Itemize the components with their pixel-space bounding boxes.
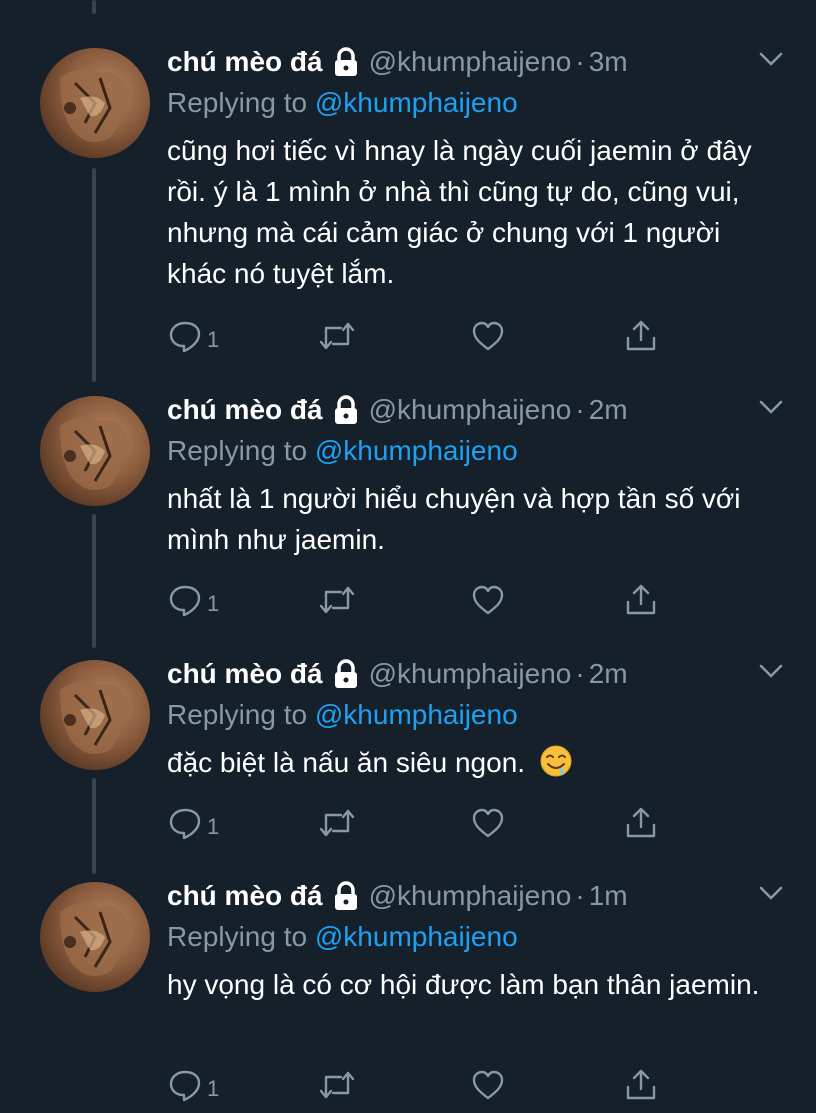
reply-button[interactable]: 1 [167, 316, 219, 356]
heart-icon [470, 318, 506, 354]
reply-count: 1 [207, 1076, 220, 1101]
heart-icon [470, 805, 506, 841]
replying-prefix: Replying to [167, 921, 308, 952]
share-icon [623, 318, 659, 354]
avatar[interactable] [40, 882, 150, 992]
tweet[interactable]: chú mèo đá @khumphaijeno · 2m Replying t… [0, 645, 816, 867]
chevron-down-icon[interactable] [756, 392, 786, 422]
avatar[interactable] [40, 660, 150, 770]
share-icon [623, 805, 659, 841]
handle[interactable]: @khumphaijeno [369, 46, 572, 78]
display-name[interactable]: chú mèo đá [167, 880, 323, 912]
mention-link[interactable]: @khumphaijeno [315, 435, 518, 466]
tweet-text-container: đặc biệt là nấu ăn siêu ngon. [167, 742, 787, 783]
reply-count: 1 [207, 814, 220, 839]
retweet-button[interactable] [317, 803, 357, 843]
replying-to: Replying to @khumphaijeno [167, 694, 786, 736]
lock-icon [333, 47, 359, 77]
replying-prefix: Replying to [167, 87, 308, 118]
heart-icon [470, 582, 506, 618]
share-button[interactable] [623, 803, 659, 843]
tweet-thread: chú mèo đá @khumphaijeno · 3m Replying t… [0, 0, 816, 1113]
lock-icon [333, 881, 359, 911]
share-button[interactable] [623, 316, 659, 356]
replying-to: Replying to @khumphaijeno [167, 916, 786, 958]
chevron-down-icon[interactable] [756, 44, 786, 74]
heart-icon [470, 1067, 506, 1103]
replying-prefix: Replying to [167, 699, 308, 730]
reply-button[interactable]: 1 [167, 1065, 219, 1105]
share-button[interactable] [623, 1065, 659, 1105]
timestamp[interactable]: 3m [589, 46, 628, 78]
separator-dot: · [575, 658, 585, 689]
drooling-face-emoji-icon [539, 744, 573, 778]
tweet-text: nhất là 1 người hiểu chuyện và hợp tần s… [167, 483, 741, 555]
chevron-down-icon[interactable] [756, 878, 786, 908]
mention-link[interactable]: @khumphaijeno [315, 87, 518, 118]
share-icon [623, 1067, 659, 1103]
reply-icon [167, 582, 203, 618]
retweet-button[interactable] [317, 1065, 357, 1105]
tweet-actions: 1 [167, 580, 667, 620]
timestamp[interactable]: 2m [589, 658, 628, 690]
like-button[interactable] [470, 803, 506, 843]
lock-icon [333, 395, 359, 425]
chevron-down-icon[interactable] [756, 656, 786, 686]
display-name[interactable]: chú mèo đá [167, 46, 323, 78]
mention-link[interactable]: @khumphaijeno [315, 699, 518, 730]
tweet-actions: 1 [167, 316, 667, 356]
tweet-actions: 1 [167, 1065, 667, 1105]
avatar-image [60, 69, 130, 142]
reply-count: 1 [207, 591, 220, 616]
retweet-icon [317, 1067, 357, 1103]
retweet-button[interactable] [317, 316, 357, 356]
reply-icon [167, 805, 203, 841]
tweet-text: hy vọng là có cơ hội được làm bạn thân j… [167, 969, 760, 1000]
reply-icon [167, 318, 203, 354]
retweet-icon [317, 318, 357, 354]
avatar[interactable] [40, 48, 150, 158]
tweet[interactable]: chú mèo đá @khumphaijeno · 1m Replying t… [0, 867, 816, 1113]
separator-dot: · [575, 46, 585, 77]
reply-icon [167, 1067, 203, 1103]
timestamp[interactable]: 1m [589, 880, 628, 912]
replying-prefix: Replying to [167, 435, 308, 466]
reply-count: 1 [207, 327, 220, 352]
share-button[interactable] [623, 580, 659, 620]
avatar-image [60, 681, 130, 754]
tweet-text: cũng hơi tiếc vì hnay là ngày cuối jaemi… [167, 135, 752, 289]
lock-icon [333, 659, 359, 689]
avatar-image [60, 417, 130, 490]
tweet-text: đặc biệt là nấu ăn siêu ngon. [167, 747, 526, 778]
separator-dot: · [575, 880, 585, 911]
avatar[interactable] [40, 396, 150, 506]
display-name[interactable]: chú mèo đá [167, 394, 323, 426]
handle[interactable]: @khumphaijeno [369, 658, 572, 690]
like-button[interactable] [470, 580, 506, 620]
retweet-icon [317, 582, 357, 618]
timestamp[interactable]: 2m [589, 394, 628, 426]
reply-button[interactable]: 1 [167, 580, 219, 620]
share-icon [623, 582, 659, 618]
display-name[interactable]: chú mèo đá [167, 658, 323, 690]
tweet[interactable]: chú mèo đá @khumphaijeno · 3m Replying t… [0, 0, 816, 380]
reply-button[interactable]: 1 [167, 803, 219, 843]
mention-link[interactable]: @khumphaijeno [315, 921, 518, 952]
replying-to: Replying to @khumphaijeno [167, 430, 786, 472]
handle[interactable]: @khumphaijeno [369, 880, 572, 912]
like-button[interactable] [470, 316, 506, 356]
like-button[interactable] [470, 1065, 506, 1105]
avatar-image [60, 903, 130, 976]
tweet[interactable]: chú mèo đá @khumphaijeno · 2m Replying t… [0, 380, 816, 645]
retweet-button[interactable] [317, 580, 357, 620]
tweet-actions: 1 [167, 803, 667, 843]
separator-dot: · [575, 394, 585, 425]
retweet-icon [317, 805, 357, 841]
replying-to: Replying to @khumphaijeno [167, 82, 786, 124]
handle[interactable]: @khumphaijeno [369, 394, 572, 426]
